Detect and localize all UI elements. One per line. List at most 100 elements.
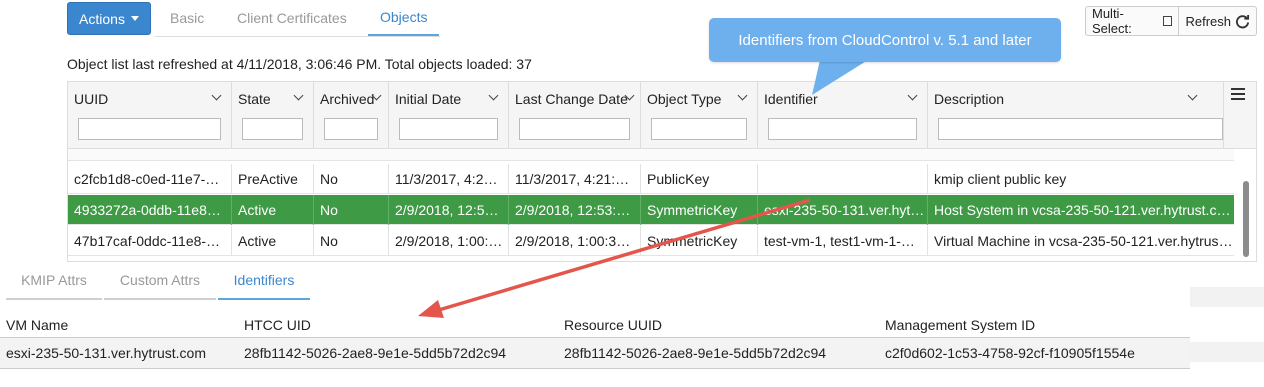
column-header-state[interactable]: State [232, 82, 314, 149]
column-label: Archived [320, 91, 375, 107]
objects-grid: UUID State Archived Initial Date Last Ch… [67, 81, 1257, 262]
header-resource-uuid: Resource UUID [564, 317, 663, 333]
cell-archived: No [314, 164, 389, 194]
cell-object-type: SymmetricKey [641, 195, 758, 225]
tab-objects-label: Objects [380, 9, 428, 25]
cell-last-change-date: 2/9/2018, 12:53:… [509, 195, 641, 225]
cell-description: kmip client public key [934, 171, 1067, 187]
chevron-down-icon[interactable] [293, 90, 304, 101]
tab-objects[interactable]: Objects [368, 0, 440, 36]
column-label: Object Type [647, 91, 722, 107]
header-vm-name: VM Name [6, 317, 69, 333]
column-label: Description [934, 91, 1005, 107]
cell-uuid: 47b17caf-0ddc-11e8-… [68, 226, 232, 256]
tab-kmip-attrs[interactable]: KMIP Attrs [6, 262, 102, 300]
cell-identifier [758, 164, 928, 194]
column-label: State [238, 91, 271, 107]
column-header-last-change-date[interactable]: Last Change Date [509, 82, 641, 149]
last-change-date-filter-input[interactable] [519, 118, 630, 140]
cell-vm-name: esxi-235-50-131.ver.hytrust.com [6, 345, 206, 361]
header-htcc-uid: HTCC UID [244, 317, 311, 333]
cell-uuid: c2fcb1d8-c0ed-11e7-… [68, 164, 232, 194]
cell-uuid: 4933272a-0ddb-11e8… [68, 195, 232, 225]
tab-basic-label: Basic [170, 10, 205, 26]
column-menu-icon[interactable] [1231, 88, 1245, 103]
callout-bubble: Identifiers from CloudControl v. 5.1 and… [709, 18, 1061, 62]
tab-client-certificates[interactable]: Client Certificates [225, 0, 359, 36]
refresh-icon [1236, 14, 1250, 28]
cell-state: PreActive [232, 164, 314, 194]
actions-label: Actions [79, 10, 125, 27]
column-header-description[interactable]: Description [928, 82, 1224, 149]
actions-button[interactable]: Actions [67, 2, 151, 35]
tab-basic[interactable]: Basic [158, 0, 216, 36]
column-header-archived[interactable]: Archived [314, 82, 389, 149]
column-label: Initial Date [395, 91, 462, 107]
column-header-object-type[interactable]: Object Type [641, 82, 758, 149]
tab-custom-attrs[interactable]: Custom Attrs [104, 262, 216, 300]
chevron-down-icon[interactable] [211, 90, 222, 101]
chevron-down-icon[interactable] [1187, 90, 1198, 101]
header-management-system-id: Management System ID [885, 317, 1036, 333]
checkbox-icon[interactable] [1162, 16, 1173, 26]
cell-initial-date: 11/3/2017, 4:2… [389, 164, 509, 194]
table-row[interactable]: 47b17caf-0ddc-11e8-… Active No 2/9/2018,… [68, 226, 1234, 256]
cell-state: Active [232, 226, 314, 256]
identifiers-table-row[interactable]: esxi-235-50-131.ver.hytrust.com 28fb1142… [0, 338, 1190, 369]
grid-scrollbar[interactable] [1243, 181, 1249, 257]
tab-kmip-attrs-label: KMIP Attrs [21, 272, 87, 288]
column-header-initial-date[interactable]: Initial Date [389, 82, 509, 149]
object-type-filter-input[interactable] [651, 118, 747, 140]
column-header-uuid[interactable]: UUID [68, 82, 232, 149]
multi-select-toggle[interactable]: Multi-Select: [1086, 6, 1178, 36]
description-filter-input[interactable] [938, 118, 1223, 140]
caret-down-icon [130, 16, 139, 21]
table-row[interactable]: c2fcb1d8-c0ed-11e7-… PreActive No 11/3/2… [68, 164, 1234, 194]
background-row [1190, 287, 1264, 307]
tab-client-certificates-label: Client Certificates [237, 10, 347, 26]
cell-object-type: SymmetricKey [641, 226, 758, 256]
background-row [1190, 342, 1264, 362]
table-row-selected[interactable]: 4933272a-0ddb-11e8… Active No 2/9/2018, … [68, 195, 1234, 225]
cell-htcc-uid: 28fb1142-5026-2ae8-9e1e-5dd5b72d2c94 [244, 345, 507, 361]
multi-select-refresh-group: Multi-Select: Refresh [1085, 6, 1257, 36]
cell-object-type: PublicKey [641, 164, 758, 194]
refresh-status: Object list last refreshed at 4/11/2018,… [67, 56, 532, 72]
identifiers-table-header: VM Name HTCC UID Resource UUID Managemen… [0, 311, 1190, 338]
cell-last-change-date: 11/3/2017, 4:21:… [509, 164, 641, 194]
tab-custom-attrs-label: Custom Attrs [119, 272, 201, 288]
cell-identifier: esxi-235-50-131.ver.hyt… [758, 195, 928, 225]
cell-initial-date: 2/9/2018, 1:00:… [389, 226, 509, 256]
cell-description: Host System in vcsa-235-50-121.ver.hytru… [934, 202, 1231, 218]
cell-management-system-id: c2f0d602-1c53-4758-92cf-f10905f1554e [885, 345, 1135, 361]
cell-last-change-date: 2/9/2018, 1:00:3… [509, 226, 641, 256]
table-row-partial [68, 149, 1234, 161]
uuid-filter-input[interactable] [78, 118, 221, 140]
multi-select-label: Multi-Select: [1092, 6, 1132, 36]
tab-identifiers[interactable]: Identifiers [218, 262, 310, 300]
state-filter-input[interactable] [242, 118, 303, 140]
cell-resource-uuid: 28fb1142-5026-2ae8-9e1e-5dd5b72d2c94 [564, 345, 827, 361]
cell-archived: No [314, 195, 389, 225]
chevron-down-icon[interactable] [737, 90, 748, 101]
archived-filter-input[interactable] [324, 118, 378, 140]
cell-identifier: test-vm-1, test1-vm-1-… [758, 226, 928, 256]
column-label: Last Change Date [515, 91, 628, 107]
refresh-button[interactable]: Refresh [1178, 7, 1256, 35]
initial-date-filter-input[interactable] [399, 118, 498, 140]
chevron-down-icon[interactable] [907, 90, 918, 101]
identifier-filter-input[interactable] [768, 118, 917, 140]
tab-identifiers-label: Identifiers [233, 272, 295, 288]
cell-state: Active [232, 195, 314, 225]
grid-header: UUID State Archived Initial Date Last Ch… [68, 82, 1256, 149]
column-header-identifier[interactable]: Identifier [758, 82, 928, 149]
column-label: UUID [74, 91, 109, 107]
cell-archived: No [314, 226, 389, 256]
refresh-label: Refresh [1185, 13, 1231, 29]
column-label: Identifier [764, 91, 818, 107]
detail-panel: KMIP Attrs Custom Attrs Identifiers VM N… [0, 262, 1264, 387]
cell-description: Virtual Machine in vcsa-235-50-121.ver.h… [934, 233, 1234, 249]
tab-divider [155, 36, 440, 37]
cell-initial-date: 2/9/2018, 12:5… [389, 195, 509, 225]
chevron-down-icon[interactable] [488, 90, 499, 101]
